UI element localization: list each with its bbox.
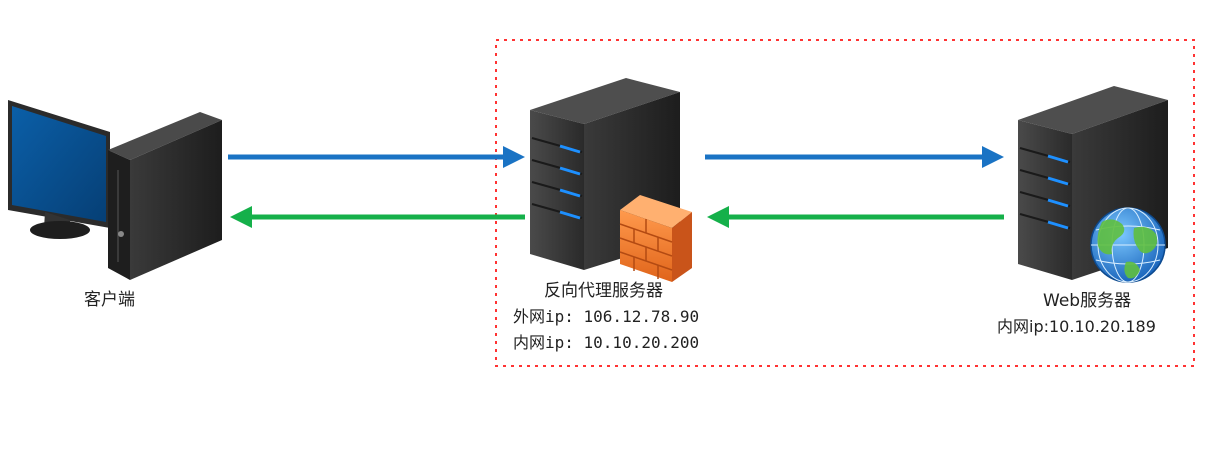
proxy-server-label: 反向代理服务器 (544, 281, 663, 301)
client-label: 客户端 (84, 290, 135, 310)
architecture-diagram (8, 39, 1195, 367)
globe-icon (1090, 207, 1166, 283)
firewall-icon (619, 195, 692, 282)
desktop-computer-icon (8, 100, 222, 280)
proxy-external-ip: 外网ip: 106.12.78.90 (513, 307, 700, 326)
response-arrow-web-to-proxy (707, 206, 1004, 228)
server-globe-icon (1018, 86, 1168, 283)
response-arrow-proxy-to-client (230, 206, 525, 228)
server-firewall-icon (530, 78, 692, 282)
web-internal-ip: 内网ip:10.10.20.189 (997, 317, 1156, 336)
web-server-label: Web服务器 (1043, 291, 1132, 311)
request-arrow-client-to-proxy (228, 146, 525, 168)
proxy-internal-ip: 内网ip: 10.10.20.200 (513, 333, 700, 352)
request-arrow-proxy-to-web (705, 146, 1004, 168)
